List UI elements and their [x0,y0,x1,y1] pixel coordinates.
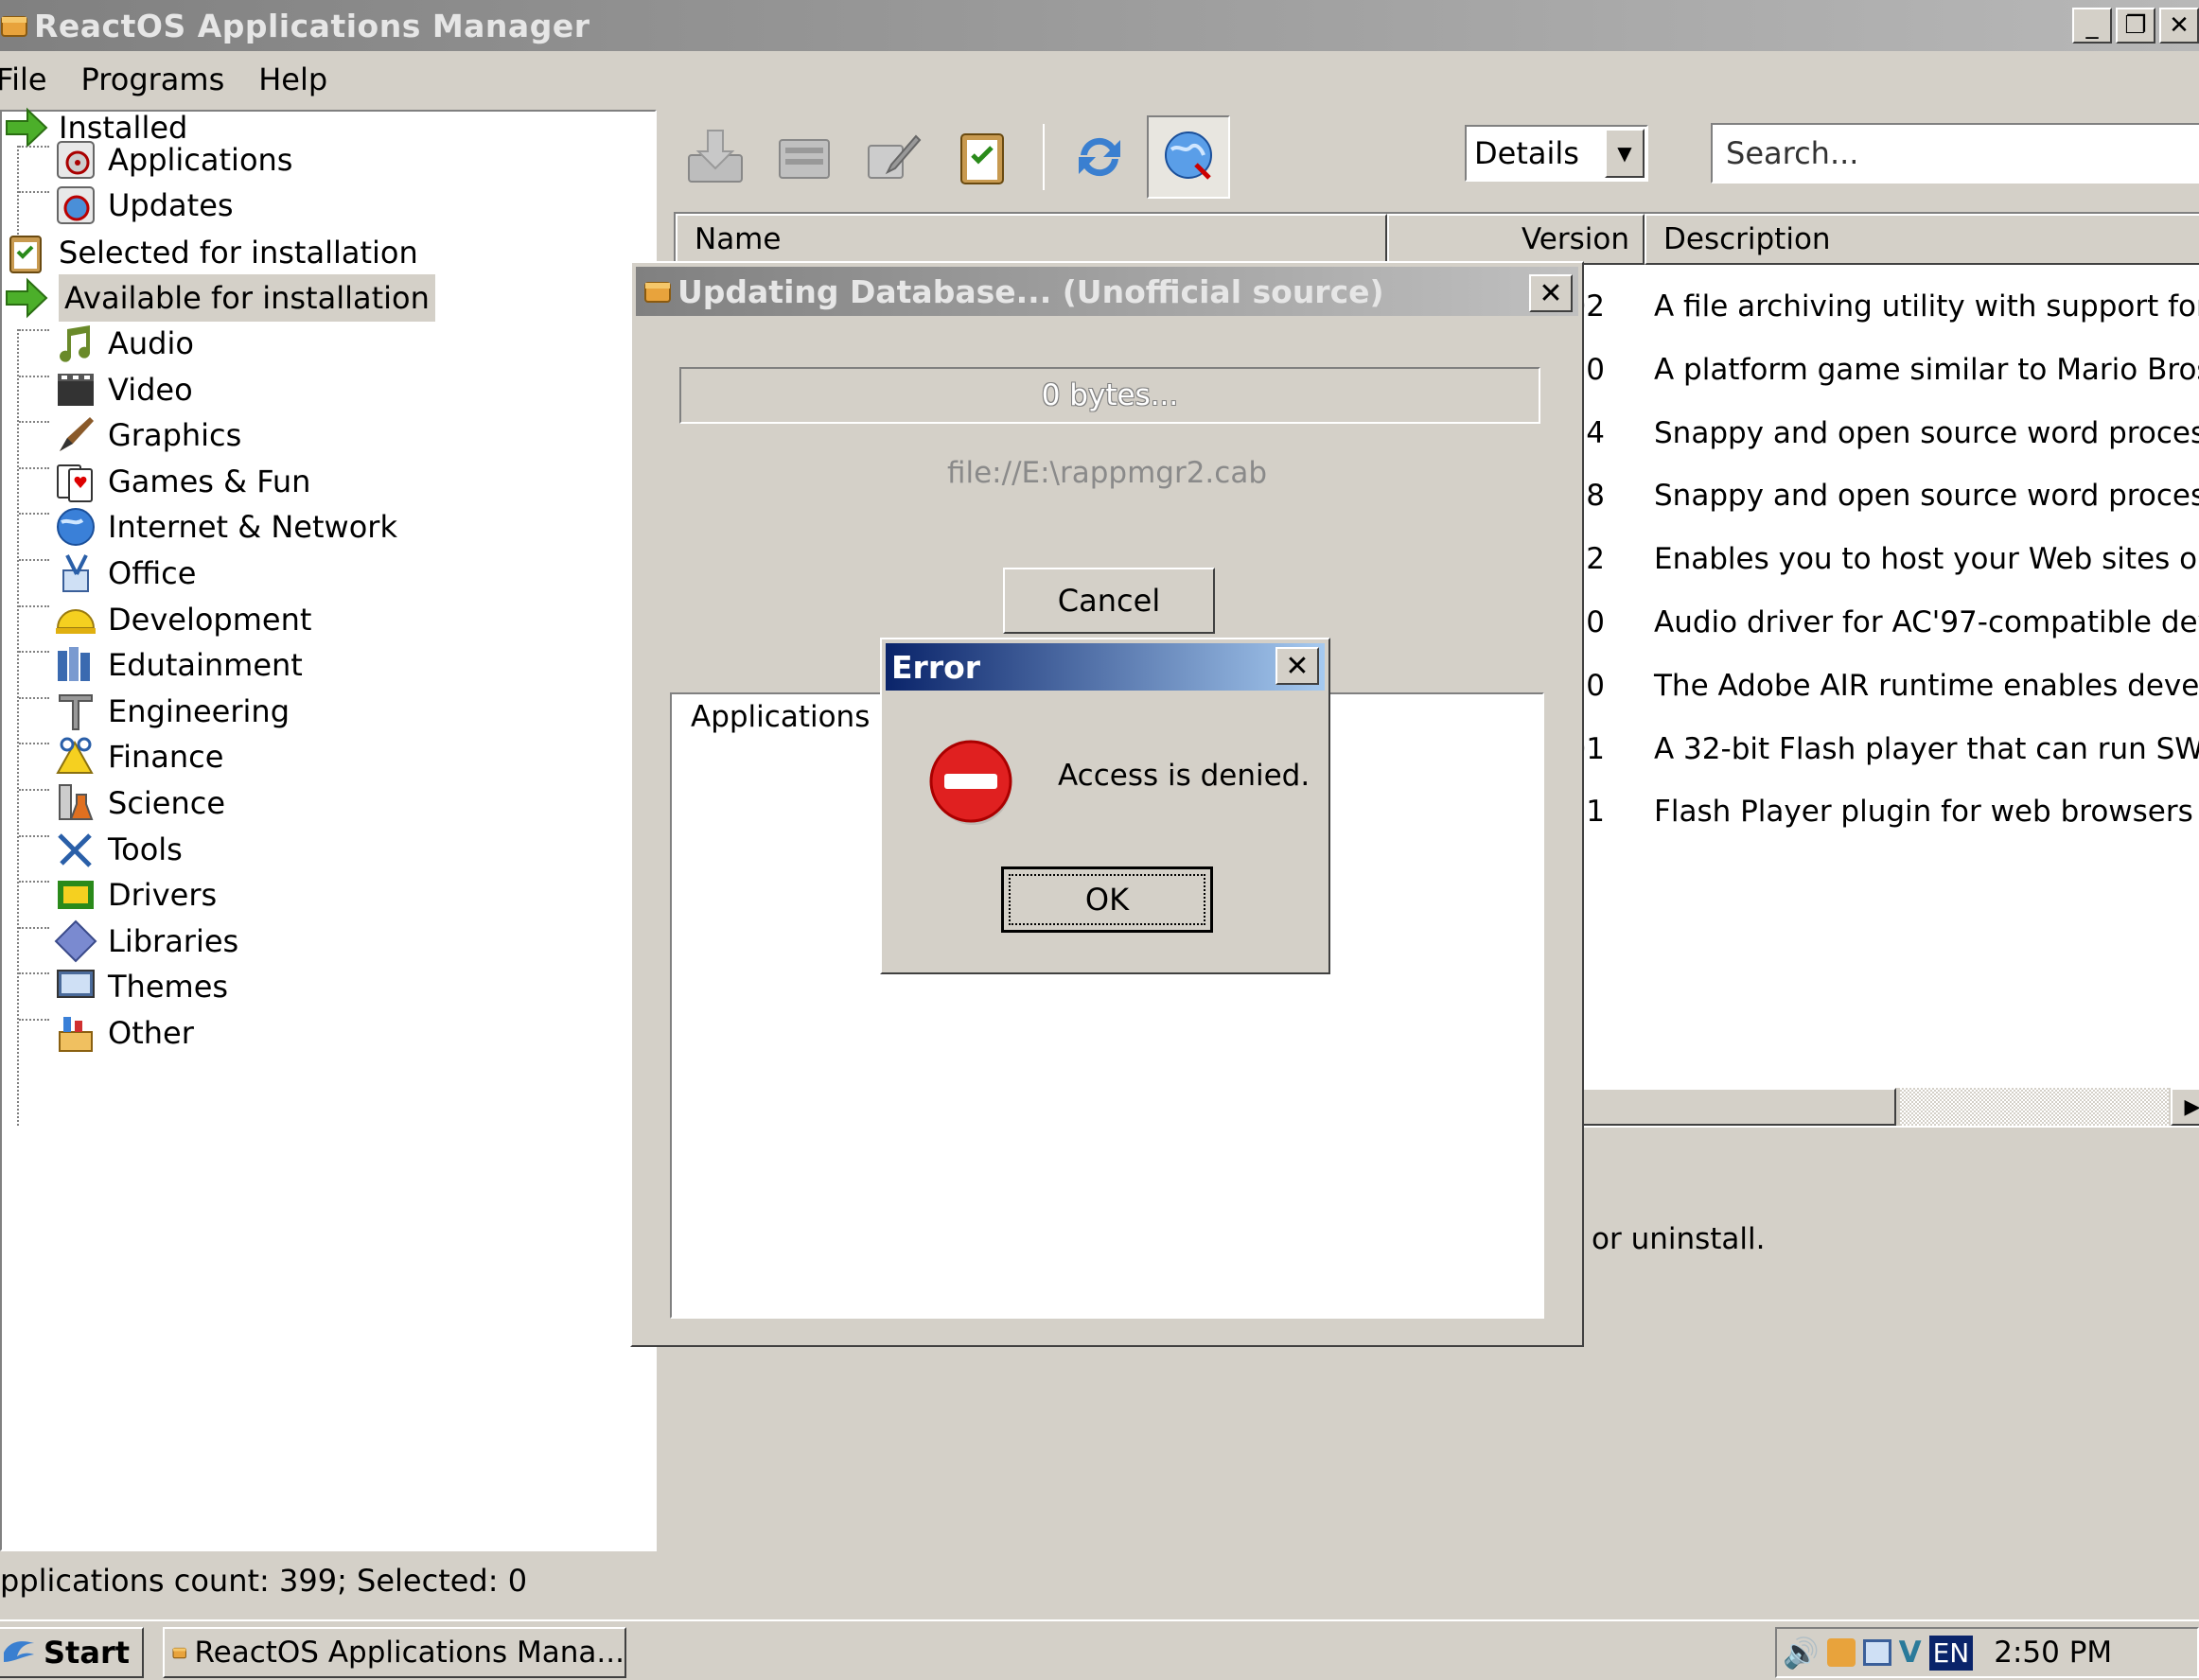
tree-label: Updates [108,187,234,223]
info-text: or uninstall. [1592,1222,1766,1256]
download-progress-bar: 0 bytes... [679,367,1540,424]
volume-icon[interactable]: 🔊 [1783,1636,1820,1671]
app-icon [1,16,27,37]
ok-button[interactable]: OK [1001,866,1213,933]
globe-icon [1165,131,1212,180]
uninstall-button[interactable] [763,115,846,199]
desktop: ReactOS Applications Manager _ ❐ ✕ File … [0,0,2199,1680]
tree-item-other[interactable]: Other [51,1004,194,1062]
taskbar: Start ReactOS Applications Mana... 🔊 V E… [0,1619,2199,1680]
update-database-button[interactable] [1147,115,1230,199]
menu-bar: File Programs Help [0,55,361,104]
list-header: Name Version Description [676,214,2199,265]
other-icon [51,1008,100,1058]
taskbar-item-app[interactable]: ReactOS Applications Mana... [163,1627,626,1678]
uninstall-icon [779,139,830,179]
toolbar-separator [1043,124,1045,190]
column-header-name[interactable]: Name [676,214,1387,265]
tree-label: Video [108,371,193,408]
tree-label: Tools [108,831,183,867]
error-dialog-title: Error [891,648,981,686]
progress-text: 0 bytes... [1041,378,1179,412]
tree-label: Science [108,785,226,821]
update-dialog-close-button[interactable]: ✕ [1529,274,1573,312]
error-dialog-close-button[interactable]: ✕ [1275,647,1319,685]
checklist-icon [960,133,1004,184]
description-cell: A platform game similar to Mario Bros or [1654,352,2199,387]
main-window-titlebar[interactable]: ReactOS Applications Manager _ ❐ ✕ [0,0,2199,51]
description-cell: Snappy and open source word processo [1654,415,2199,450]
tree-label: Selected for installation [59,235,418,271]
tree-label: Office [108,555,197,591]
error-dialog: Error ✕ Access is denied. OK [880,638,1330,974]
tree-label: Applications [108,142,293,178]
toolbar [674,114,1236,201]
error-dialog-titlebar[interactable]: Error ✕ [886,643,1325,691]
tree-label: Games & Fun [108,463,311,499]
modify-icon [868,134,922,179]
description-cell: Audio driver for AC'97-compatible devic [1654,605,2199,639]
menu-help[interactable]: Help [258,61,344,97]
start-icon [4,1641,34,1662]
tree-label: Engineering [108,692,290,729]
selected-list-button[interactable] [941,115,1024,199]
log-text: Applications D [691,700,903,734]
description-cell: The Adobe AIR runtime enables develop [1654,668,2199,703]
update-dialog-title: Updating Database... (Unofficial source) [677,272,1384,310]
refresh-icon [1079,137,1120,177]
network-icon[interactable] [1862,1639,1891,1666]
scrollbar-track[interactable] [1900,1088,2169,1126]
tree-label: Edutainment [108,647,303,684]
chevron-down-icon[interactable]: ▼ [1605,129,1645,178]
description-cell: Snappy and open source word processo [1654,479,2199,514]
description-cell: Flash Player plugin for web browsers w [1654,795,2199,830]
maximize-button[interactable]: ❐ [2116,8,2155,44]
view-mode-select[interactable]: Details ▼ [1465,125,1648,182]
tree-label: Drivers [108,877,218,914]
status-bar-text: pplications count: 399; Selected: 0 [0,1563,528,1599]
clock[interactable]: 2:50 PM [1994,1636,2112,1670]
tree-label: Libraries [108,922,239,959]
modify-button[interactable] [852,115,935,199]
update-dialog-titlebar[interactable]: Updating Database... (Unofficial source)… [636,267,1578,316]
description-cell: A file archiving utility with support fo… [1654,289,2199,324]
column-header-description[interactable]: Description [1645,214,2199,265]
language-indicator[interactable]: EN [1928,1635,1974,1671]
description-cell: Enables you to host your Web sites on [1654,542,2199,577]
error-icon [929,740,1012,825]
tree-label: Audio [108,325,194,361]
vmware-tools-icon[interactable]: V [1899,1636,1922,1670]
tree-label: Internet & Network [108,509,397,546]
search-input[interactable]: Search... [1711,123,2199,184]
tree-label: Finance [108,739,224,776]
error-message: Access is denied. [1058,759,1311,793]
close-button[interactable]: ✕ [2159,8,2199,44]
green-arrow-icon [2,273,51,323]
cancel-button[interactable]: Cancel [1003,568,1215,634]
tree-label: Graphics [108,417,242,454]
menu-programs[interactable]: Programs [81,61,242,97]
app-icon [172,1647,186,1659]
install-icon [688,130,743,183]
view-mode-value: Details [1474,135,1579,171]
column-header-version[interactable]: Version [1387,214,1645,265]
start-label: Start [44,1635,131,1671]
window-title: ReactOS Applications Manager [34,7,590,44]
start-button[interactable]: Start [0,1627,144,1678]
tree-label: Development [108,601,312,638]
scroll-right-button[interactable]: ▶ [2171,1088,2199,1126]
menu-file[interactable]: File [0,61,64,97]
minimize-button[interactable]: _ [2072,8,2112,44]
category-tree[interactable]: Installed Applications Updates Selected … [0,107,657,1551]
tree-label: Other [108,1015,194,1051]
system-tray: 🔊 V EN 2:50 PM [1775,1627,2199,1678]
tree-label: Themes [108,969,229,1006]
package-icon[interactable] [1826,1638,1856,1667]
description-cell: A 32-bit Flash player that can run SWF [1654,731,2199,766]
taskbar-item-label: ReactOS Applications Mana... [194,1636,625,1670]
install-button[interactable] [674,115,757,199]
refresh-button[interactable] [1058,115,1141,199]
download-url: file://E:\rappmgr2.cab [946,456,1268,490]
app-icon [644,282,671,303]
